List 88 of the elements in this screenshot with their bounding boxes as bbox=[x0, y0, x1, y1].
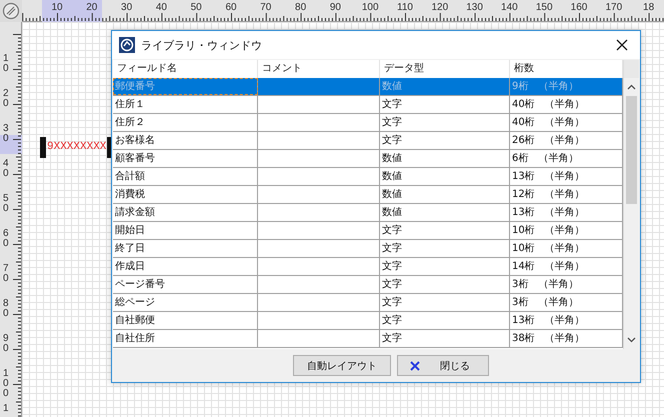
table-cell: 文字 bbox=[380, 222, 510, 239]
ruler-label: 140 bbox=[500, 2, 519, 13]
table-cell: 文字 bbox=[380, 312, 510, 329]
ruler-highlight bbox=[42, 0, 102, 22]
table-cell: 数値 bbox=[380, 150, 510, 167]
table-cell: 郵便番号 bbox=[113, 78, 258, 95]
table-cell: 数値 bbox=[380, 78, 510, 95]
ruler-label: 80 bbox=[294, 2, 308, 13]
table-row[interactable]: 合計額 数値 13桁 （半角） bbox=[113, 168, 623, 186]
ruler-label: 100 bbox=[360, 2, 380, 13]
table-cell: 住所２ bbox=[113, 114, 258, 131]
table-cell: 数値 bbox=[380, 204, 510, 221]
ruler-highlight bbox=[0, 135, 22, 154]
ruler-label: 160 bbox=[570, 2, 588, 13]
ruler-label: 90 bbox=[3, 334, 10, 354]
close-icon bbox=[410, 360, 420, 370]
scrollbar[interactable] bbox=[623, 60, 639, 349]
ruler-label: 80 bbox=[3, 299, 10, 319]
table-cell: 作成日 bbox=[113, 258, 258, 275]
table-cell: 文字 bbox=[380, 114, 510, 131]
ruler-label: 120 bbox=[430, 2, 450, 13]
table-cell: お客様名 bbox=[113, 132, 258, 149]
table-row[interactable]: お客様名 文字 26桁 （半角） bbox=[113, 132, 623, 150]
ruler-corner-icon bbox=[2, 2, 20, 20]
scroll-down-icon bbox=[627, 337, 636, 343]
table-row[interactable]: ページ番号 文字 3桁 （半角） bbox=[113, 276, 623, 294]
ruler-label: 40 bbox=[154, 2, 168, 13]
scroll-thumb[interactable] bbox=[626, 96, 637, 204]
table-row[interactable]: 総ページ 文字 3桁 （半角） bbox=[113, 294, 623, 312]
table-cell: 合計額 bbox=[113, 168, 258, 185]
table-cell: 開始日 bbox=[113, 222, 258, 239]
window-title: ライブラリ・ウィンドウ bbox=[141, 38, 263, 52]
ruler-label: 70 bbox=[259, 2, 272, 13]
table-row[interactable]: 請求金額 数値 13桁 （半角） bbox=[113, 204, 623, 222]
ruler-label: 70 bbox=[3, 264, 10, 284]
table-row[interactable]: 住所２ 文字 40桁 （半角） bbox=[113, 114, 623, 132]
close-button[interactable]: 閉じる bbox=[397, 355, 489, 376]
table-row[interactable]: 顧客番号 数値 6桁 （半角） bbox=[113, 150, 623, 168]
table-cell: 文字 bbox=[380, 132, 510, 149]
table-cell: 文字 bbox=[380, 330, 510, 347]
table-row[interactable]: 住所１ 文字 40桁 （半角） bbox=[113, 96, 623, 114]
table-row[interactable]: 作成日 文字 14桁 （半角） bbox=[113, 258, 623, 276]
table-cell: 消費税 bbox=[113, 186, 258, 203]
table-cell: 文字 bbox=[380, 96, 510, 113]
ruler-label: 10 bbox=[50, 2, 64, 13]
ruler-label: 20 bbox=[3, 89, 10, 109]
ruler-label: 18 bbox=[642, 2, 656, 13]
ruler-label: 170 bbox=[604, 2, 624, 13]
table-row[interactable]: 自社郵便 文字 13桁 （半角） bbox=[113, 312, 623, 330]
table-cell: 数値 bbox=[380, 168, 510, 185]
table-cell: 数値 bbox=[380, 186, 510, 203]
layout-button[interactable]: 自動レイアウト bbox=[293, 355, 391, 376]
ruler-label: 1 bbox=[3, 404, 10, 414]
table-cell: 自社住所 bbox=[113, 330, 258, 347]
ruler-label: 90 bbox=[328, 2, 342, 13]
ruler-label: 130 bbox=[465, 2, 484, 13]
app-icon bbox=[119, 37, 135, 53]
table-cell: 住所１ bbox=[113, 96, 258, 113]
ruler-label: 60 bbox=[224, 2, 238, 13]
table-row[interactable]: 終了日 文字 10桁 （半角） bbox=[113, 240, 623, 258]
close-icon bbox=[616, 39, 628, 51]
table-row[interactable]: 自社住所 文字 38桁 （半角） bbox=[113, 330, 623, 348]
table-cell: ページ番号 bbox=[113, 276, 258, 293]
table-cell: 文字 bbox=[380, 258, 510, 275]
table-cell: 文字 bbox=[380, 276, 510, 293]
resize-handle[interactable] bbox=[40, 137, 46, 158]
field-text: 9XXXXXXXX bbox=[46, 140, 108, 155]
ruler-label: 50 bbox=[190, 2, 203, 13]
ruler-label: 10 bbox=[3, 54, 10, 74]
ruler-label: 40 bbox=[3, 159, 10, 179]
scroll-up-icon bbox=[627, 84, 636, 90]
table-cell: 請求金額 bbox=[113, 204, 258, 221]
table-cell: 総ページ bbox=[113, 294, 258, 311]
table-cell: 自社郵便 bbox=[113, 312, 258, 329]
ruler-label: 30 bbox=[120, 2, 134, 13]
ruler-label: 100 bbox=[3, 369, 10, 399]
table-row[interactable]: 消費税 数値 12桁 （半角） bbox=[113, 186, 623, 204]
ruler-label: 50 bbox=[3, 194, 10, 214]
table-cell: 顧客番号 bbox=[113, 150, 258, 167]
table-cell: 文字 bbox=[380, 294, 510, 311]
ruler-label: 30 bbox=[3, 124, 10, 144]
table-cell: 文字 bbox=[380, 240, 510, 257]
ruler-label: 110 bbox=[396, 2, 414, 13]
ruler-label: 150 bbox=[534, 2, 554, 13]
table-cell: 終了日 bbox=[113, 240, 258, 257]
ruler-label: 20 bbox=[85, 2, 98, 13]
ruler-label: 60 bbox=[3, 229, 10, 249]
table-row[interactable]: 開始日 文字 10桁 （半角） bbox=[113, 222, 623, 240]
